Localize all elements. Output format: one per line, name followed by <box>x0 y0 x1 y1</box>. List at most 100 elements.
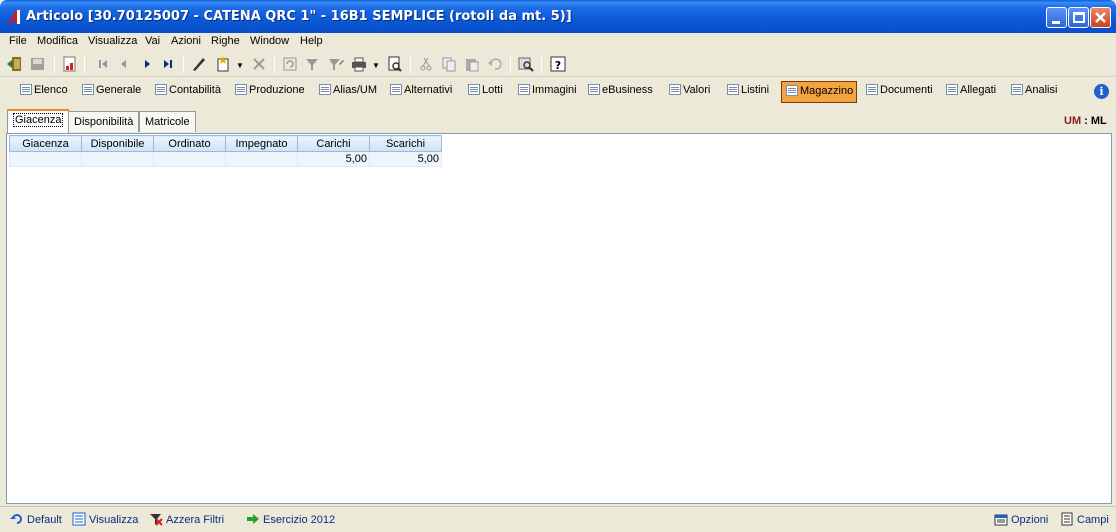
refresh-icon[interactable] <box>281 55 299 73</box>
subtab-giacenza[interactable]: Giacenza <box>7 109 70 133</box>
menu-vai[interactable]: Vai <box>145 35 160 47</box>
undo-icon[interactable] <box>486 55 504 73</box>
next-record-icon[interactable] <box>138 55 156 73</box>
tab-listini[interactable]: Listini <box>723 81 773 103</box>
prev-record-icon[interactable] <box>115 55 133 73</box>
menu-righe[interactable]: Righe <box>211 35 240 47</box>
preview-icon[interactable] <box>386 55 404 73</box>
minimize-button[interactable] <box>1046 7 1067 28</box>
cell-giacenza[interactable] <box>9 151 82 167</box>
um-value: ML <box>1090 115 1107 127</box>
subtab-matricole[interactable]: Matricole <box>139 111 196 132</box>
close-button[interactable] <box>1090 7 1111 28</box>
form-icon <box>727 84 739 95</box>
menu-azioni[interactable]: Azioni <box>171 35 201 47</box>
opzioni-button[interactable]: Opzioni <box>994 512 1048 526</box>
report-icon[interactable] <box>61 55 79 73</box>
new-icon[interactable] <box>214 55 232 73</box>
column-header-giacenza[interactable]: Giacenza <box>9 135 82 152</box>
form-icon <box>786 85 798 96</box>
tab-immagini[interactable]: Immagini <box>514 81 581 103</box>
tab-contabilita[interactable]: Contabilità <box>151 81 225 103</box>
window-title: Articolo [30.70125007 - CATENA QRC 1" - … <box>26 9 572 24</box>
print-icon[interactable] <box>350 55 368 73</box>
tab-elenco[interactable]: Elenco <box>16 81 72 103</box>
form-icon <box>468 84 480 95</box>
toolbar: ▼ ▼ ? <box>0 52 1116 77</box>
first-record-icon[interactable] <box>94 55 112 73</box>
menu-help[interactable]: Help <box>300 35 323 47</box>
unit-of-measure: UM : ML <box>1064 115 1107 127</box>
menu-file[interactable]: File <box>9 35 27 47</box>
esercizio-button[interactable]: Esercizio 2012 <box>246 512 335 526</box>
column-header-scarichi[interactable]: Scarichi <box>369 135 442 152</box>
campi-button[interactable]: Campi <box>1060 512 1109 526</box>
svg-text:?: ? <box>555 59 561 72</box>
column-header-carichi[interactable]: Carichi <box>297 135 370 152</box>
table-header-row: Giacenza Disponibile Ordinato Impegnato … <box>9 135 442 152</box>
title-bar: Articolo [30.70125007 - CATENA QRC 1" - … <box>0 0 1116 33</box>
column-header-impegnato[interactable]: Impegnato <box>225 135 298 152</box>
tab-analisi[interactable]: Analisi <box>1007 81 1061 103</box>
form-icon <box>1011 84 1023 95</box>
menu-window[interactable]: Window <box>250 35 289 47</box>
filter-icon[interactable] <box>304 55 322 73</box>
app-logo-icon <box>8 10 20 24</box>
copy-icon[interactable] <box>440 55 458 73</box>
form-icon <box>866 84 878 95</box>
arrow-right-icon <box>247 514 259 524</box>
form-icon <box>588 84 600 95</box>
column-header-ordinato[interactable]: Ordinato <box>153 135 226 152</box>
sub-tabs: Giacenza Disponibilità Matricole <box>0 108 1116 134</box>
tab-allegati[interactable]: Allegati <box>942 81 1000 103</box>
paste-icon[interactable] <box>463 55 481 73</box>
cell-carichi[interactable]: 5,00 <box>297 151 370 167</box>
cell-ordinato[interactable] <box>153 151 226 167</box>
cell-impegnato[interactable] <box>225 151 298 167</box>
info-icon[interactable]: i <box>1094 84 1109 99</box>
tab-documenti[interactable]: Documenti <box>862 81 937 103</box>
save-icon[interactable] <box>29 55 47 73</box>
tab-valori[interactable]: Valori <box>665 81 714 103</box>
tab-lotti[interactable]: Lotti <box>464 81 507 103</box>
tab-ebusiness[interactable]: eBusiness <box>584 81 657 103</box>
default-button[interactable]: Default <box>10 512 62 526</box>
cell-disponibile[interactable] <box>81 151 154 167</box>
um-separator: : <box>1081 115 1091 127</box>
subtab-disponibilita[interactable]: Disponibilità <box>68 111 140 132</box>
menu-bar: File Modifica Visualizza Vai Azioni Righ… <box>0 33 1116 51</box>
menu-visualizza[interactable]: Visualizza <box>88 35 137 47</box>
exit-icon[interactable] <box>6 55 24 73</box>
azzera-filtri-button[interactable]: Azzera Filtri <box>149 512 224 526</box>
new-dropdown-icon[interactable]: ▼ <box>236 61 244 70</box>
cut-icon[interactable] <box>417 55 435 73</box>
table-row[interactable]: 5,00 5,00 <box>9 151 442 167</box>
fields-icon <box>1061 512 1073 526</box>
menu-modifica[interactable]: Modifica <box>37 35 78 47</box>
cell-scarichi[interactable]: 5,00 <box>369 151 442 167</box>
form-icon <box>235 84 247 95</box>
view-icon <box>72 512 86 526</box>
clear-filter-icon <box>150 514 163 526</box>
tab-alternativi[interactable]: Alternativi <box>386 81 456 103</box>
status-bar: Default Visualizza Azzera Filtri Eserciz… <box>0 506 1116 532</box>
tab-alias-um[interactable]: Alias/UM <box>315 81 381 103</box>
close-icon <box>1095 12 1106 23</box>
form-icon <box>390 84 402 95</box>
print-dropdown-icon[interactable]: ▼ <box>372 61 380 70</box>
help-icon[interactable]: ? <box>549 55 567 73</box>
filter-edit-icon[interactable] <box>327 55 345 73</box>
maximize-button[interactable] <box>1068 7 1089 28</box>
tab-generale[interactable]: Generale <box>78 81 145 103</box>
tab-magazzino[interactable]: Magazzino <box>781 81 857 103</box>
section-tabs: Elenco Generale Contabilità Produzione A… <box>0 78 1116 106</box>
reset-view-icon <box>10 514 22 524</box>
visualizza-button[interactable]: Visualizza <box>72 512 138 526</box>
delete-icon[interactable] <box>250 55 268 73</box>
column-header-disponibile[interactable]: Disponibile <box>81 135 154 152</box>
tab-produzione[interactable]: Produzione <box>231 81 309 103</box>
edit-icon[interactable] <box>190 55 208 73</box>
last-record-icon[interactable] <box>159 55 177 73</box>
zoom-icon[interactable] <box>517 55 535 73</box>
stock-grid-panel: Giacenza Disponibile Ordinato Impegnato … <box>6 133 1112 504</box>
